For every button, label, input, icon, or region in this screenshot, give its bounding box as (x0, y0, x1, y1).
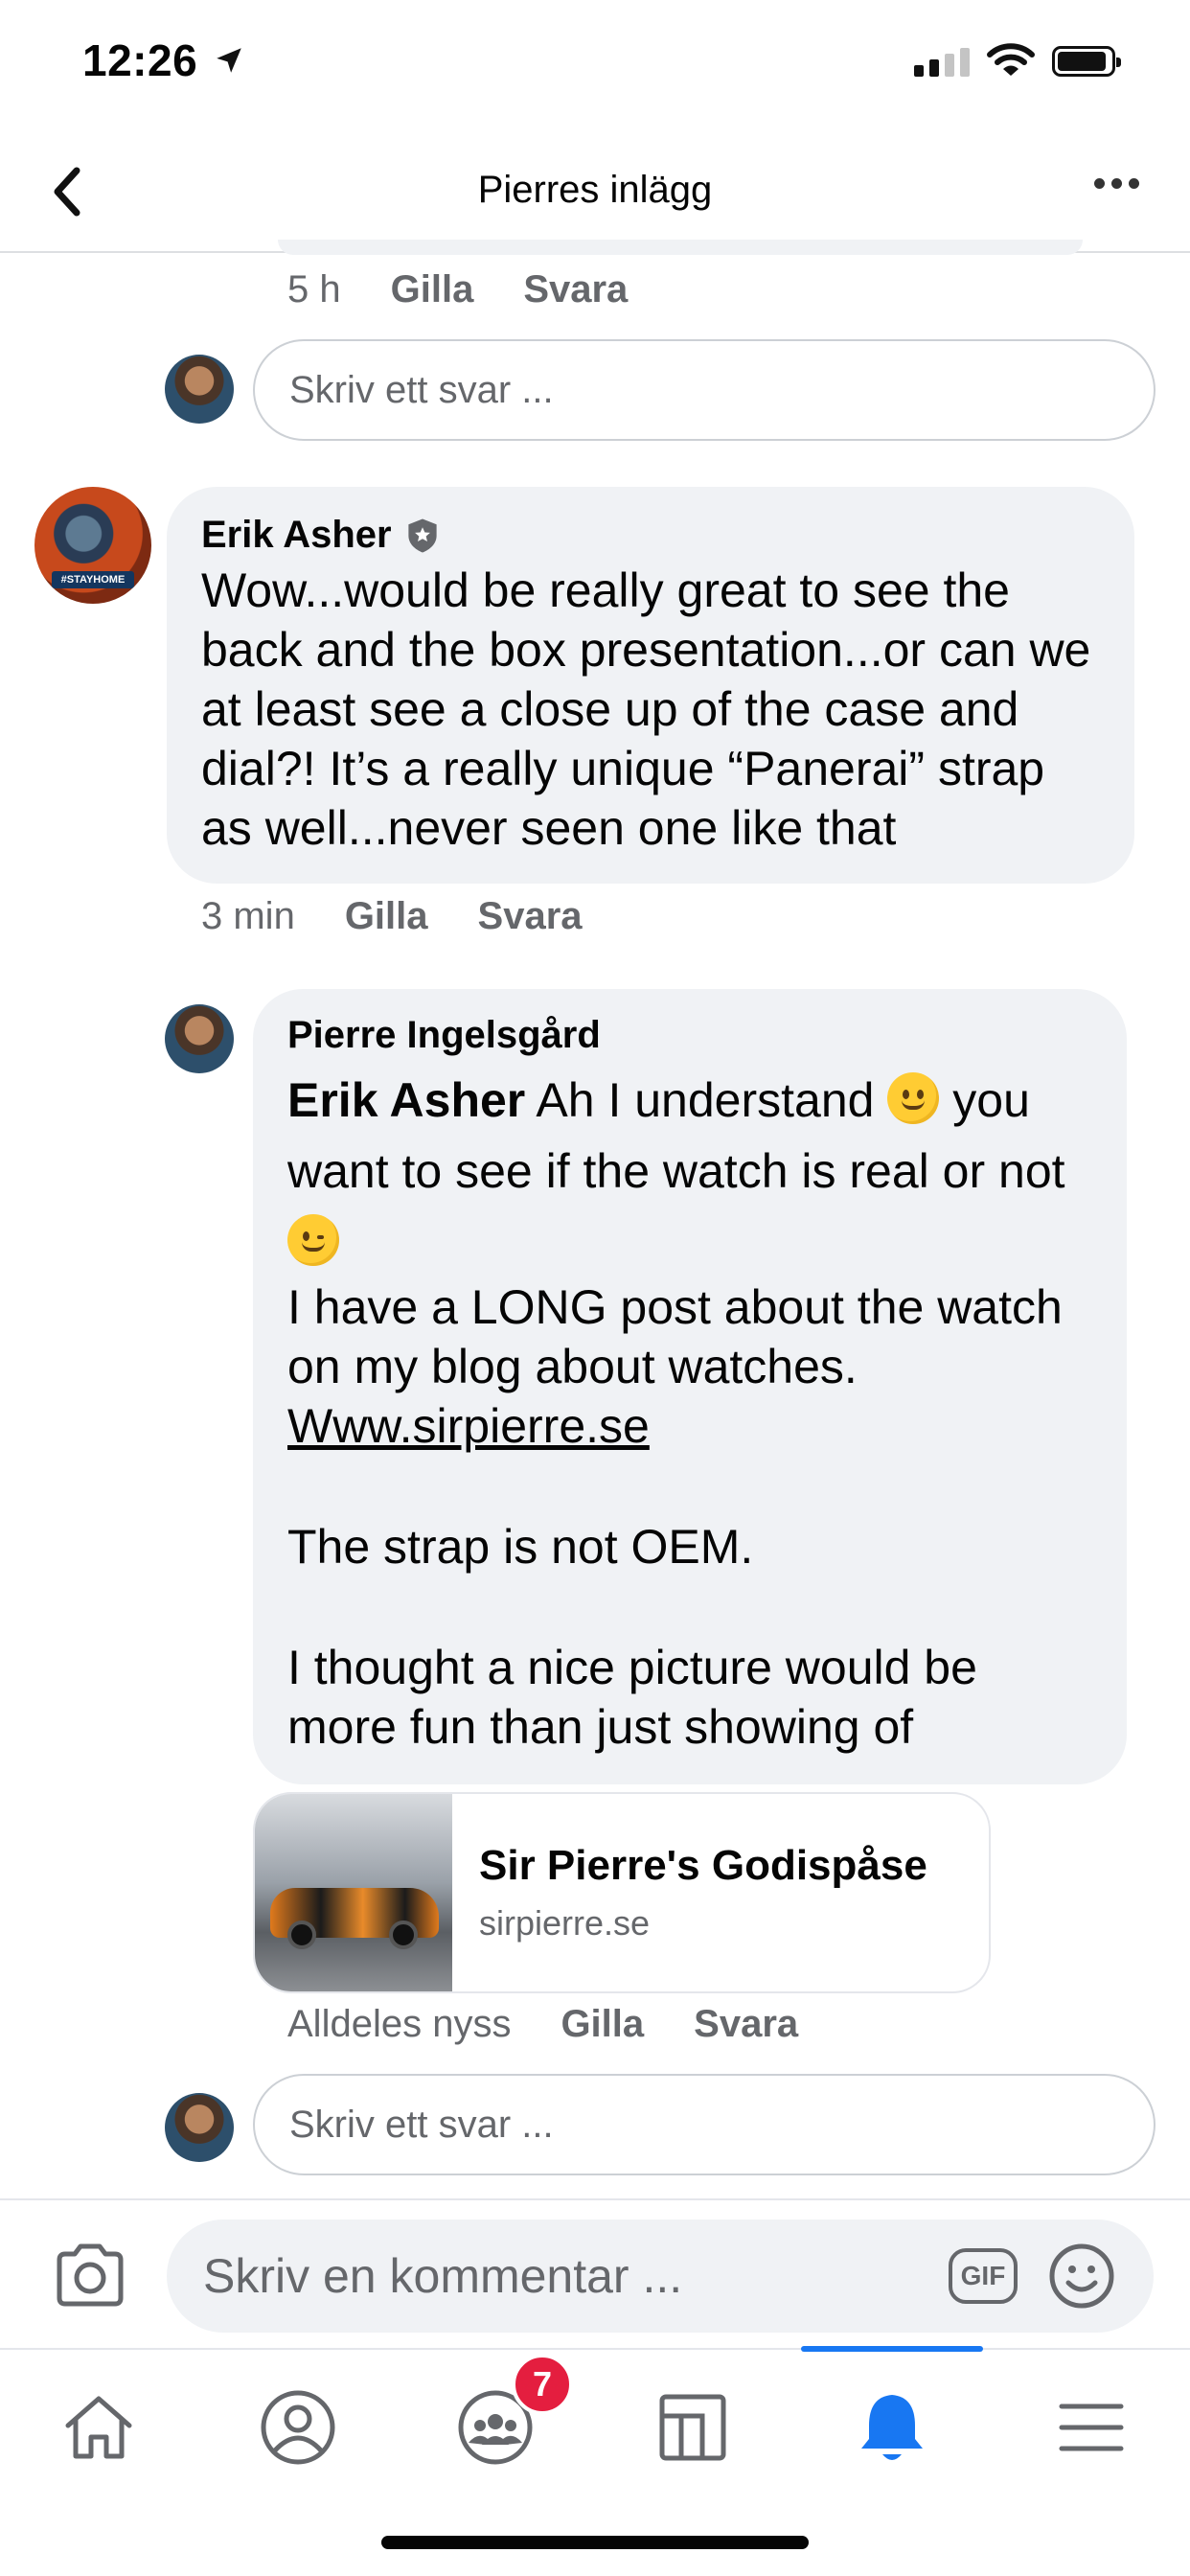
link-preview-image (255, 1794, 452, 1991)
camera-icon[interactable] (54, 2242, 126, 2308)
emoji-icon[interactable] (1048, 2242, 1115, 2310)
link-title: Sir Pierre's Godispåse (479, 1842, 927, 1889)
reply-input[interactable]: Skriv ett svar ... (253, 339, 1156, 441)
wifi-icon (987, 43, 1035, 76)
comment-timestamp: Alldeles nyss (287, 2003, 512, 2045)
active-tab-indicator (801, 2346, 983, 2352)
verified-badge-icon (408, 518, 437, 553)
comment-input-placeholder: Skriv en kommentar ... (203, 2249, 683, 2303)
author-name[interactable]: Erik Asher (201, 514, 392, 557)
car-wheel (287, 1920, 316, 1949)
location-arrow-icon (217, 48, 241, 73)
comment-meta-row: 5 h Gilla Svara (287, 268, 628, 311)
comment-text: I thought a nice picture would be more f… (287, 1641, 977, 1754)
blog-link[interactable]: Www.sirpierre.se (287, 1399, 650, 1453)
comment-meta-row: 3 min Gilla Svara (201, 895, 583, 938)
comment-text: The strap is not OEM. (287, 1520, 754, 1574)
avatar (165, 2093, 234, 2162)
home-indicator (381, 2536, 809, 2549)
comment-meta-row: Alldeles nyss Gilla Svara (287, 2003, 798, 2046)
avatar[interactable]: #STAYHOME (34, 487, 151, 604)
notifications-icon (861, 2395, 923, 2460)
more-options-icon[interactable] (1094, 178, 1139, 189)
avatar (165, 355, 234, 424)
tab-profile[interactable] (245, 2375, 351, 2480)
comment-text-part: Ah I understand (536, 1073, 875, 1127)
avatar-tag: #STAYHOME (52, 571, 134, 588)
tab-pages[interactable] (640, 2375, 745, 2480)
cellular-signal-icon (914, 48, 970, 77)
comment-text: Wow...would be really great to see the b… (201, 564, 1091, 855)
tab-menu[interactable] (1039, 2375, 1144, 2480)
comment-author[interactable]: Erik Asher (201, 514, 1100, 557)
mention-link[interactable]: Erik Asher (287, 1073, 525, 1127)
reply-button[interactable]: Svara (694, 2003, 798, 2046)
profile-icon (261, 2390, 335, 2465)
link-preview-card[interactable]: Sir Pierre's Godispåse sirpierre.se (253, 1792, 991, 1993)
comment-text: I have a LONG post about the watch on my… (287, 1280, 1063, 1393)
avatar[interactable] (165, 1004, 234, 1073)
notification-badge: 7 (512, 2354, 573, 2415)
menu-icon (1059, 2404, 1124, 2451)
like-button[interactable]: Gilla (345, 895, 428, 938)
link-domain: sirpierre.se (479, 1903, 651, 1943)
smile-emoji-icon (887, 1072, 940, 1124)
reply-input-placeholder: Skriv ett svar ... (289, 368, 554, 411)
like-button[interactable]: Gilla (391, 268, 474, 311)
gif-icon[interactable]: GIF (949, 2248, 1018, 2304)
comment-text: Erik Asher Ah I understand you want to s… (287, 1065, 1092, 1277)
reply-button[interactable]: Svara (523, 268, 628, 311)
comment-bubble: Erik Asher Wow...would be really great t… (167, 487, 1134, 884)
comment-timestamp: 3 min (201, 895, 295, 937)
reply-button[interactable]: Svara (478, 895, 583, 938)
tab-bar-divider (0, 2348, 1190, 2350)
car-wheel (389, 1920, 418, 1949)
wink-emoji-icon (287, 1214, 339, 1266)
tab-home[interactable] (46, 2375, 151, 2480)
comment-bubble: Pierre Ingelsgård Erik Asher Ah I unders… (253, 989, 1127, 1784)
home-icon (65, 2396, 132, 2459)
pages-icon (659, 2394, 726, 2461)
reply-input[interactable]: Skriv ett svar ... (253, 2074, 1156, 2175)
like-button[interactable]: Gilla (561, 2003, 644, 2046)
battery-icon (1052, 46, 1121, 77)
comment-link-line: Www.sirpierre.se (287, 1396, 1092, 1456)
reply-input-placeholder: Skriv ett svar ... (289, 2103, 554, 2146)
comment-author[interactable]: Pierre Ingelsgård (287, 1014, 1092, 1057)
status-time: 12:26 (82, 35, 198, 85)
comment-timestamp: 5 h (287, 268, 341, 310)
tab-notifications[interactable] (839, 2375, 945, 2480)
composer-divider (0, 2198, 1190, 2200)
page-title: Pierres inlägg (477, 169, 713, 211)
previous-comment-bubble-edge (278, 240, 1083, 255)
